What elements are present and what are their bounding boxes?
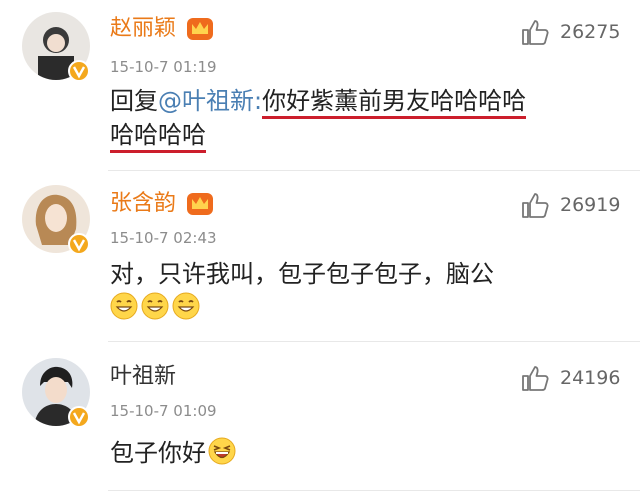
username[interactable]: 赵丽颖 [110, 16, 176, 42]
timestamp: 15-10-7 02:43 [110, 229, 217, 247]
like-button[interactable]: 26919 [520, 191, 630, 221]
mention-link[interactable]: @叶祖新 [158, 87, 254, 115]
like-button[interactable]: 26275 [520, 18, 630, 48]
like-count: 26275 [560, 21, 621, 43]
username[interactable]: 张含韵 [110, 191, 176, 217]
like-count: 24196 [560, 367, 621, 389]
comment-text-continued: 哈哈哈哈 [110, 118, 206, 153]
verified-badge-icon [68, 60, 90, 82]
thumbs-up-icon [522, 193, 549, 218]
grin-emoji-icon [110, 292, 138, 320]
like-button[interactable]: 24196 [520, 364, 630, 394]
username[interactable]: 叶祖新 [110, 364, 176, 390]
vip-crown-icon [187, 193, 213, 215]
thumbs-up-icon [522, 366, 549, 391]
grin-emoji-icon [172, 292, 200, 320]
mention-colon: : [254, 87, 263, 115]
verified-badge-icon [68, 406, 90, 428]
emoji-row [110, 291, 203, 325]
laugh-emoji-icon [208, 437, 236, 465]
thumbs-up-icon [522, 20, 549, 45]
timestamp: 15-10-7 01:09 [110, 402, 217, 420]
comment-text: 回复@叶祖新:你好紫薰前男友哈哈哈哈 [110, 84, 527, 119]
reply-prefix: 回复 [110, 87, 158, 115]
grin-emoji-icon [141, 292, 169, 320]
verified-badge-icon [68, 233, 90, 255]
comment-item: 赵丽颖 15-10-7 01:19 26275 回复@叶祖新:你好紫薰前男友哈哈… [0, 0, 640, 170]
like-count: 26919 [560, 194, 621, 216]
divider [108, 490, 640, 491]
underlined-text: 哈哈哈哈 [110, 121, 206, 153]
comment-item: 叶祖新 15-10-7 01:09 24196 包子你好 [0, 342, 640, 494]
comment-item: 张含韵 15-10-7 02:43 26919 对，只许我叫，包子包子包子，脑公 [0, 171, 640, 341]
timestamp: 15-10-7 01:19 [110, 58, 217, 76]
underlined-text: 你好紫薰前男友哈哈哈哈 [262, 87, 527, 119]
comment-text: 包子你好 [110, 436, 239, 470]
vip-crown-icon [187, 18, 213, 40]
comment-text: 对，只许我叫，包子包子包子，脑公 [110, 260, 494, 288]
comment-text-content: 包子你好 [110, 439, 206, 467]
